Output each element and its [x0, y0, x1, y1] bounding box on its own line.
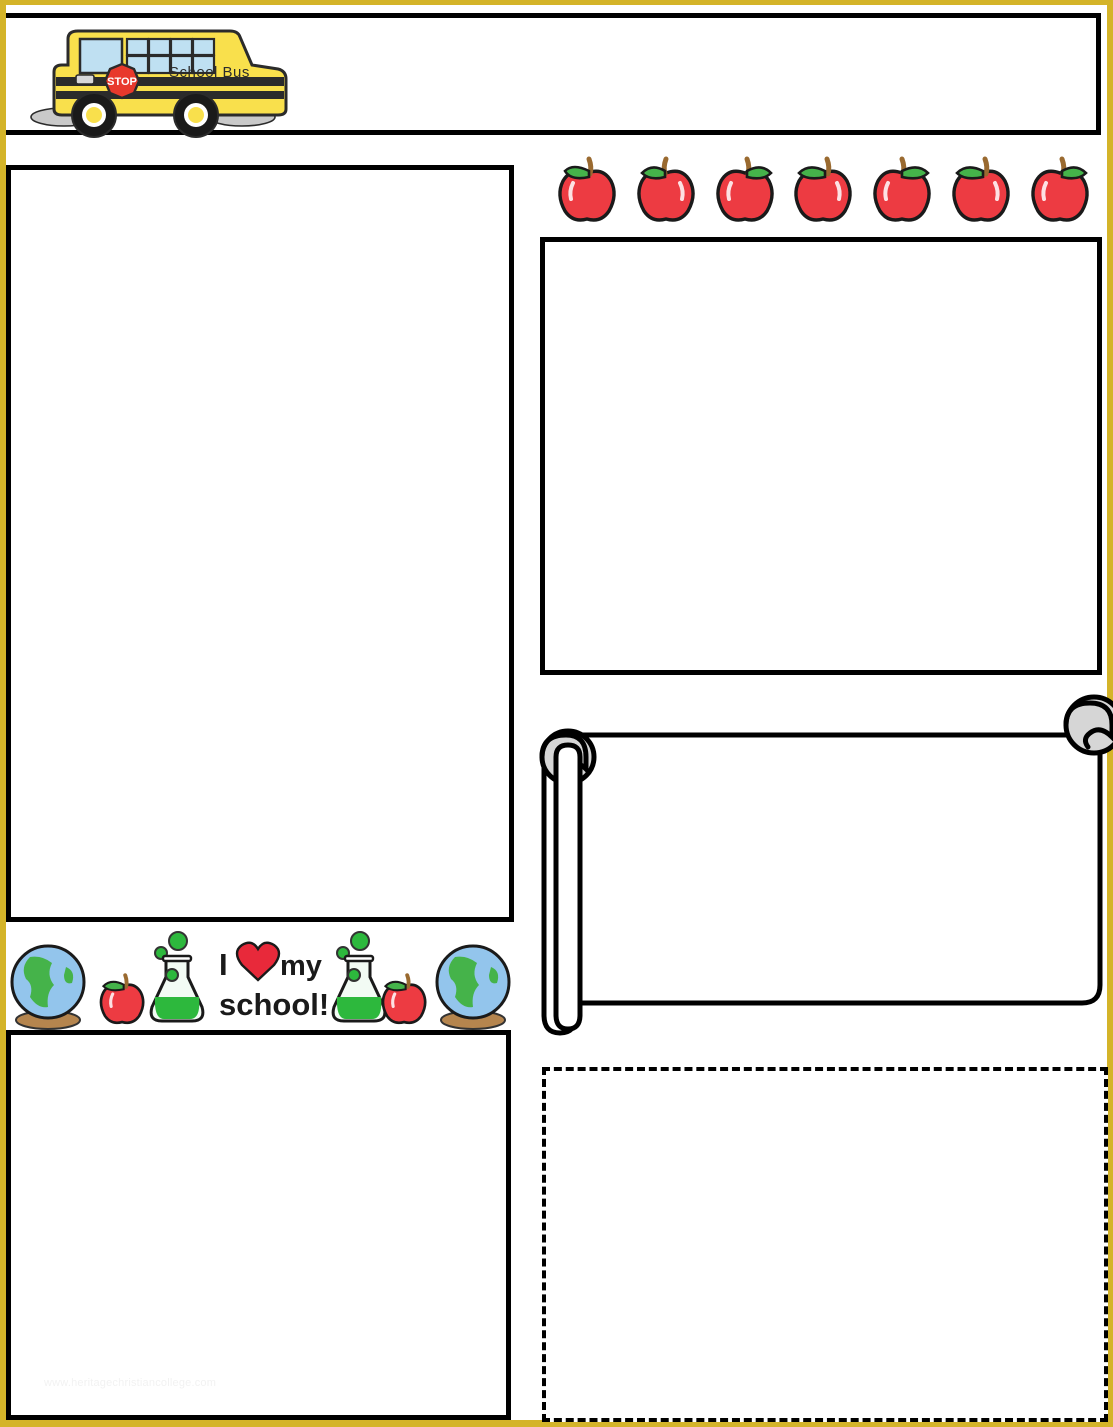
apple-icon — [945, 151, 1017, 227]
svg-text:I: I — [219, 947, 228, 982]
school-bus-icon: STOP School Bus — [24, 17, 314, 152]
i-love-my-school-banner: I my school! — [6, 927, 511, 1031]
apple-icon — [551, 151, 623, 227]
right-top-content-box[interactable] — [540, 237, 1102, 675]
newsletter-page: STOP School Bus I my school! www.heritag… — [0, 0, 1113, 1427]
left-main-content-box[interactable] — [6, 165, 514, 922]
apple-icon — [381, 973, 427, 1025]
apple-icon — [99, 973, 145, 1025]
scroll-banner-box[interactable] — [526, 685, 1113, 1063]
bottom-right-dashed-box[interactable] — [542, 1067, 1108, 1422]
svg-text:school!: school! — [219, 987, 329, 1022]
apple-icon — [1024, 151, 1096, 227]
svg-text:STOP: STOP — [107, 76, 137, 88]
globe-icon — [10, 944, 86, 1030]
apple-icon — [630, 151, 702, 227]
globe-icon — [435, 944, 511, 1030]
banner-text: I my school! — [219, 941, 329, 1022]
svg-text:School Bus: School Bus — [169, 64, 250, 81]
apple-icon — [866, 151, 938, 227]
flask-icon — [149, 931, 205, 1023]
apple-icon — [709, 151, 781, 227]
apple-icon — [787, 151, 859, 227]
page-canvas: STOP School Bus I my school! www.heritag… — [6, 5, 1113, 1422]
bottom-left-content-box[interactable] — [6, 1030, 511, 1420]
watermark-text: www.heritagechristiancollege.com — [44, 1377, 217, 1389]
flask-icon — [331, 931, 387, 1023]
apple-decoration-strip — [551, 147, 1096, 227]
svg-text:my: my — [280, 950, 322, 982]
